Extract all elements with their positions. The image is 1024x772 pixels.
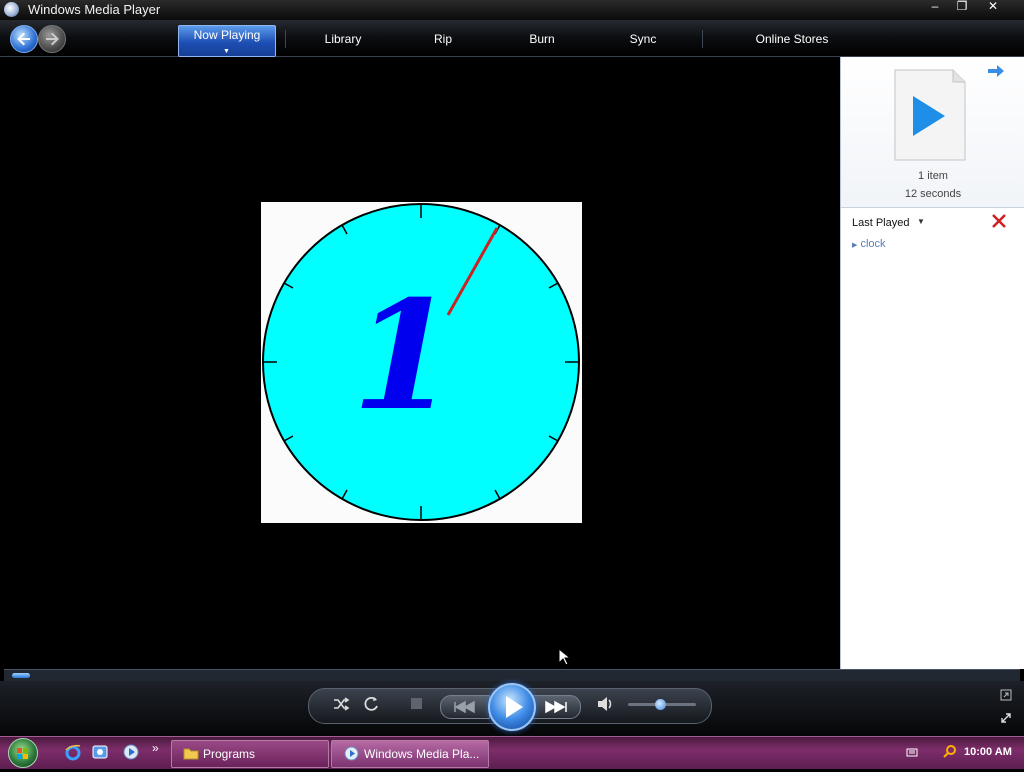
play-button[interactable] <box>488 683 536 731</box>
taskbar-item-label: Programs <box>203 747 256 761</box>
tab-sync[interactable]: Sync <box>613 28 673 50</box>
nav-bar: Now Playing ▼ Library Rip Burn Sync Onli… <box>0 20 1024 57</box>
switch-to-skin-icon[interactable] <box>1000 689 1012 701</box>
search-icon[interactable] <box>943 744 957 758</box>
tab-library[interactable]: Library <box>303 28 383 50</box>
windows-logo-icon <box>17 748 28 759</box>
quicklaunch-more-button[interactable]: » <box>152 741 159 755</box>
tab-label: Now Playing <box>193 28 261 42</box>
clock-time[interactable]: 10:00 AM <box>964 746 1012 758</box>
forward-arrow-icon <box>46 32 59 46</box>
clock-graphic: 1 <box>262 203 580 521</box>
tab-now-playing[interactable]: Now Playing ▼ <box>178 25 276 57</box>
playlist-file-icon <box>894 69 966 161</box>
full-screen-icon[interactable] <box>1000 712 1012 724</box>
divider <box>285 30 286 48</box>
stop-icon[interactable] <box>411 698 422 709</box>
switch-windows-icon[interactable] <box>92 743 110 761</box>
tab-online-stores[interactable]: Online Stores <box>742 28 842 50</box>
taskbar-item-windows-media-player[interactable]: Windows Media Pla... <box>331 740 489 768</box>
total-duration: 12 seconds <box>904 188 962 200</box>
seek-thumb[interactable] <box>12 673 30 678</box>
list-item-label: clock <box>860 238 886 250</box>
window-title: Windows Media Player <box>28 2 161 17</box>
items-count: 1 item <box>918 170 948 182</box>
internet-explorer-icon[interactable] <box>64 743 82 761</box>
taskbar-item-label: Windows Media Pla... <box>364 747 480 761</box>
mouse-cursor-icon <box>558 648 570 666</box>
media-player-icon <box>344 746 359 761</box>
back-button[interactable] <box>10 25 38 53</box>
title-bar: Windows Media Player – ❐ ✕ <box>0 0 1024 20</box>
previous-icon <box>454 700 475 714</box>
video-frame: 1 <box>261 202 582 523</box>
speaker-icon[interactable] <box>596 696 614 712</box>
back-arrow-icon <box>17 32 30 46</box>
next-icon <box>545 700 567 714</box>
volume-thumb[interactable] <box>655 699 666 710</box>
close-button[interactable]: ✕ <box>980 0 1006 14</box>
tab-rip[interactable]: Rip <box>413 28 473 50</box>
restore-button[interactable]: ❐ <box>949 0 975 14</box>
minimize-button[interactable]: – <box>922 0 948 14</box>
list-pane-header: 1 item 12 seconds <box>841 57 1024 208</box>
keyboard-icon[interactable] <box>906 746 918 758</box>
list-item[interactable]: ▶ clock <box>852 238 886 250</box>
media-player-icon <box>4 2 19 17</box>
shuffle-icon[interactable] <box>332 695 350 713</box>
repeat-icon[interactable] <box>362 695 380 713</box>
forward-button[interactable] <box>38 25 66 53</box>
clock-digit: 1 <box>352 268 456 444</box>
list-pane: 1 item 12 seconds Last Played ▼ ▶ clock <box>840 57 1024 669</box>
playlist-name[interactable]: Last Played <box>852 217 909 229</box>
start-button[interactable] <box>8 738 38 768</box>
play-icon <box>506 696 523 718</box>
taskbar-item-programs[interactable]: Programs <box>171 740 329 768</box>
clear-list-icon[interactable] <box>991 213 1007 229</box>
chevron-down-icon[interactable]: ▼ <box>917 217 925 226</box>
chevron-right-icon: ▶ <box>852 242 858 249</box>
arrow-right-icon[interactable] <box>987 63 1005 79</box>
folder-icon <box>183 748 199 760</box>
next-button[interactable] <box>531 695 581 719</box>
tab-burn[interactable]: Burn <box>512 28 572 50</box>
media-player-icon[interactable] <box>122 743 140 761</box>
previous-button[interactable] <box>440 695 490 719</box>
divider <box>702 30 703 48</box>
